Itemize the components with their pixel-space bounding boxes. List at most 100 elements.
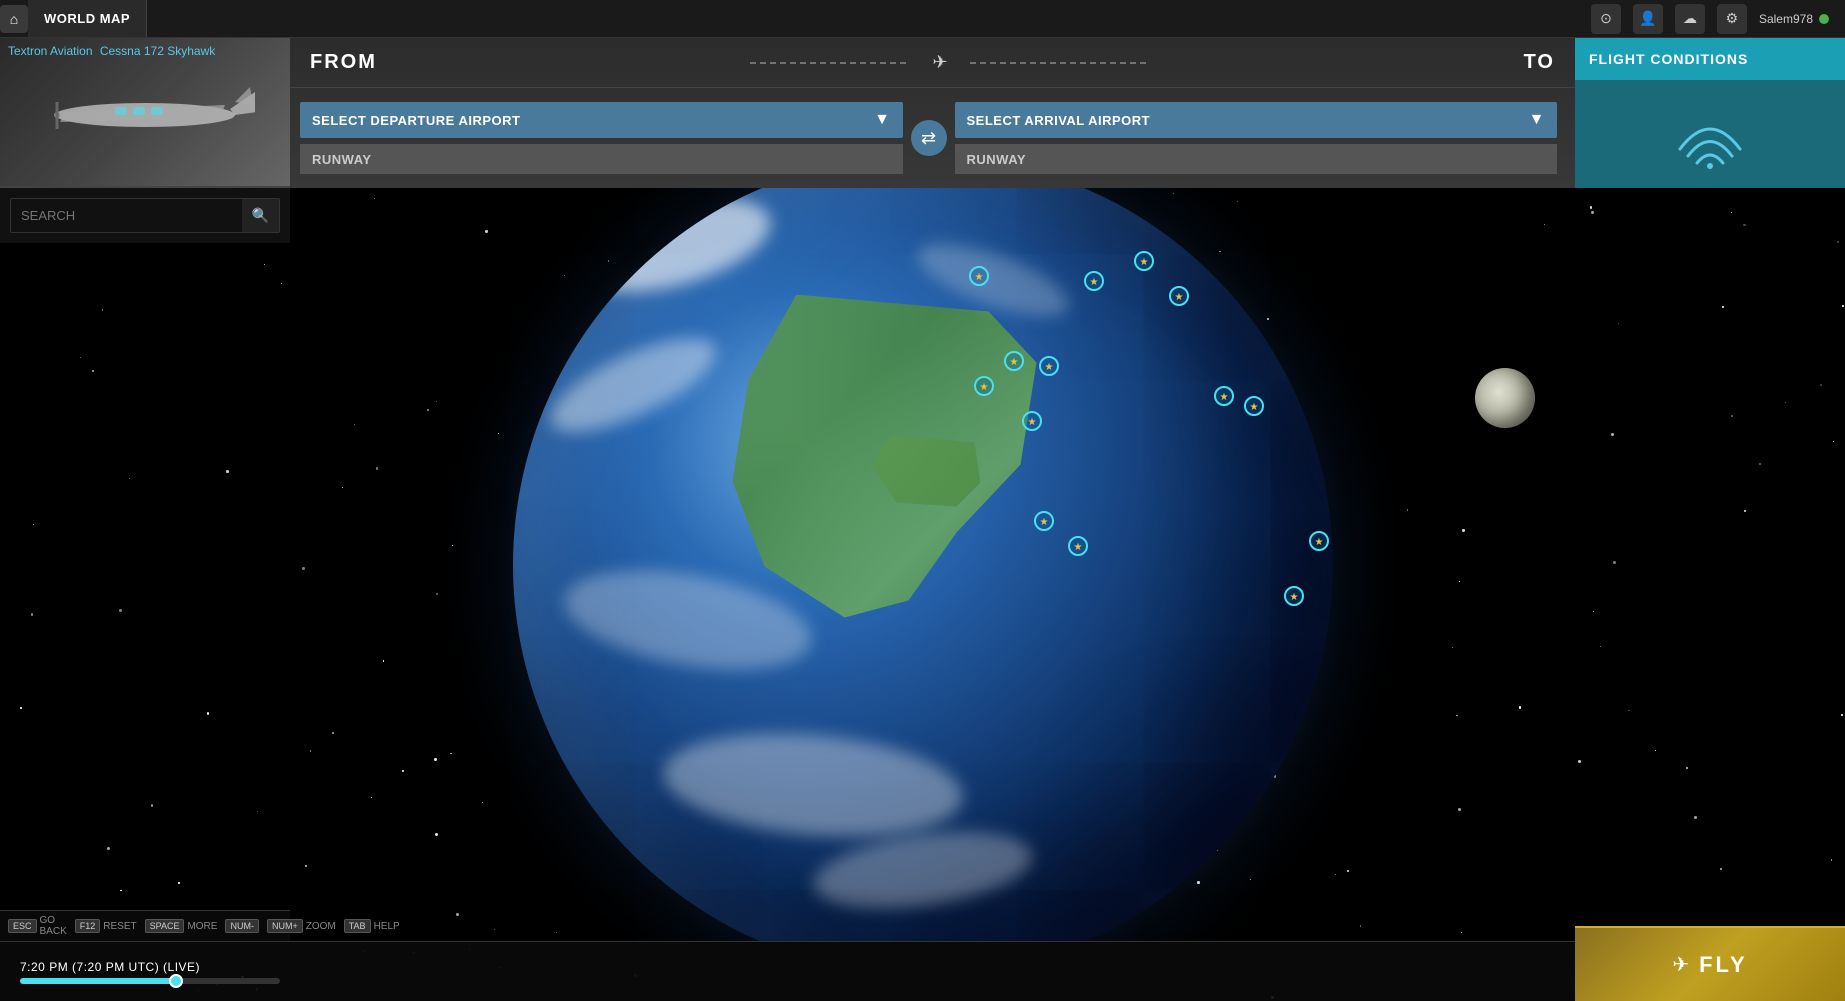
online-indicator [1819, 14, 1829, 24]
svg-text:★: ★ [979, 382, 988, 393]
departure-dropdown-arrow: ▼ [874, 111, 890, 129]
svg-text:★: ★ [1174, 292, 1183, 303]
svg-text:★: ★ [1089, 277, 1098, 288]
svg-text:★: ★ [1289, 592, 1298, 603]
airport-marker-9[interactable]: ★ [1243, 395, 1265, 422]
globe-container[interactable]: ★ ★ ★ ★ ★ ★ ★ ★ ★ ★ ★ ★ [0, 188, 1845, 941]
svg-text:★: ★ [1139, 257, 1148, 268]
departure-runway-label: RUNWAY [312, 152, 372, 167]
shortcut-key-num-minus: NUM- [225, 919, 259, 933]
shortcut-key-space: SPACE [145, 919, 185, 933]
shortcut-label-space: MORE [187, 921, 217, 932]
shortcuts-bar: ESC GO BACK F12 RESET SPACE MORE NUM- NU… [0, 910, 290, 941]
settings-icon[interactable]: ⚙ [1717, 4, 1747, 34]
svg-text:★: ★ [1009, 357, 1018, 368]
airport-marker-8[interactable]: ★ [1213, 385, 1235, 412]
aircraft-panel: Textron Aviation Cessna 172 Skyhawk [0, 38, 290, 188]
shortcut-label-f12: RESET [103, 921, 136, 932]
cloud-1 [566, 188, 780, 309]
aircraft-image [0, 38, 290, 186]
flight-conditions-panel: FLIGHT CONDITIONS [1575, 38, 1845, 188]
time-slider-fill [20, 978, 176, 984]
svg-text:★: ★ [1039, 517, 1048, 528]
username-text: Salem978 [1759, 12, 1813, 26]
airport-marker-15[interactable]: ★ [1303, 720, 1325, 747]
airport-marker-6[interactable]: ★ [1038, 355, 1060, 382]
fly-button-icon: ✈ [1672, 952, 1689, 977]
bottom-bar: 7:20 PM (7:20 PM UTC) (LIVE) − + [0, 941, 1845, 1001]
search-input-wrap: 🔍 [10, 198, 280, 233]
world-map-button[interactable]: WORLD MAP [28, 0, 147, 37]
svg-text:★: ★ [1044, 362, 1053, 373]
aircraft-silhouette [35, 67, 255, 157]
airport-marker-11[interactable]: ★ [1033, 510, 1055, 537]
airport-marker-4[interactable]: ★ [1168, 285, 1190, 312]
airport-marker-14[interactable]: ★ [1308, 530, 1330, 557]
arrival-airport-label: SELECT ARRIVAL AIRPORT [967, 113, 1151, 128]
departure-runway-field: RUNWAY [300, 144, 903, 174]
flight-conditions-label: FLIGHT CONDITIONS [1589, 51, 1748, 67]
arrival-runway-label: RUNWAY [967, 152, 1027, 167]
target-icon[interactable]: ⊙ [1591, 4, 1621, 34]
cloud-icon[interactable]: ☁ [1675, 4, 1705, 34]
swap-airports-button[interactable]: ⇄ [911, 120, 947, 156]
svg-text:★: ★ [1027, 417, 1036, 428]
departure-selector-group: SELECT DEPARTURE AIRPORT ▼ RUNWAY [300, 102, 903, 174]
airport-marker-1[interactable]: ★ [968, 265, 990, 292]
shortcut-key-esc: ESC [8, 919, 37, 933]
arrival-runway-field: RUNWAY [955, 144, 1558, 174]
arrival-dropdown-arrow: ▼ [1529, 111, 1545, 129]
svg-text:★: ★ [1314, 537, 1323, 548]
aircraft-brand: Textron Aviation [8, 44, 93, 58]
time-display: 7:20 PM (7:20 PM UTC) (LIVE) [20, 960, 300, 974]
cloud-2 [538, 319, 726, 449]
shortcut-label-help: HELP [374, 921, 400, 932]
earth-globe[interactable]: ★ ★ ★ ★ ★ ★ ★ ★ ★ ★ ★ ★ [513, 188, 1333, 941]
to-label: TO [1524, 51, 1555, 74]
svg-text:★: ★ [1219, 392, 1228, 403]
shortcut-num-plus: NUM+ ZOOM [267, 919, 336, 933]
top-bar: ⌂ WORLD MAP ⊙ 👤 ☁ ⚙ Salem978 [0, 0, 1845, 38]
airport-marker-7[interactable]: ★ [973, 375, 995, 402]
svg-text:★: ★ [974, 272, 983, 283]
arrival-airport-dropdown[interactable]: SELECT ARRIVAL AIRPORT ▼ [955, 102, 1558, 138]
time-slider[interactable] [20, 978, 280, 984]
shortcut-esc: ESC GO BACK [8, 915, 67, 937]
arrival-selector-group: SELECT ARRIVAL AIRPORT ▼ RUNWAY [955, 102, 1558, 174]
shortcut-key-f12: F12 [75, 919, 101, 933]
airport-marker-2[interactable]: ★ [1133, 250, 1155, 277]
airport-marker-12[interactable]: ★ [1067, 535, 1089, 562]
shortcut-num-minus: NUM- [225, 919, 259, 933]
world-map-label: WORLD MAP [44, 11, 130, 26]
airport-marker-10[interactable]: ★ [1021, 410, 1043, 437]
from-label: FROM [310, 51, 377, 74]
shortcut-label-zoom: ZOOM [306, 921, 336, 932]
shortcut-label-esc: GO BACK [40, 915, 67, 937]
shortcut-key-num-plus: NUM+ [267, 919, 303, 933]
fly-button-label: FLY [1699, 952, 1748, 978]
shortcut-space: SPACE MORE [145, 919, 218, 933]
airport-marker-13[interactable]: ★ [1283, 585, 1305, 612]
svg-text:✈: ✈ [933, 52, 948, 72]
top-bar-right: ⊙ 👤 ☁ ⚙ Salem978 [1591, 4, 1845, 34]
airport-marker-5[interactable]: ★ [1003, 350, 1025, 377]
username-badge: Salem978 [1759, 12, 1829, 26]
aircraft-label: Textron Aviation Cessna 172 Skyhawk [8, 44, 215, 58]
home-icon[interactable]: ⌂ [0, 5, 28, 33]
fly-button[interactable]: ✈ FLY [1575, 926, 1845, 1001]
cloud-4 [659, 722, 967, 848]
moon [1475, 368, 1535, 428]
time-slider-thumb[interactable] [169, 974, 183, 988]
shortcut-key-tab: TAB [344, 919, 371, 933]
shortcut-tab: TAB HELP [344, 919, 400, 933]
flight-conditions-header[interactable]: FLIGHT CONDITIONS [1575, 38, 1845, 80]
flight-conditions-body [1575, 80, 1845, 188]
signal-icon [1670, 99, 1750, 169]
departure-airport-dropdown[interactable]: SELECT DEPARTURE AIRPORT ▼ [300, 102, 903, 138]
airport-marker-3[interactable]: ★ [1083, 270, 1105, 297]
svg-text:★: ★ [1249, 402, 1258, 413]
search-button[interactable]: 🔍 [242, 199, 279, 232]
search-input[interactable] [11, 200, 242, 231]
person-icon[interactable]: 👤 [1633, 4, 1663, 34]
flight-path-icon: ✈ [377, 48, 1524, 78]
